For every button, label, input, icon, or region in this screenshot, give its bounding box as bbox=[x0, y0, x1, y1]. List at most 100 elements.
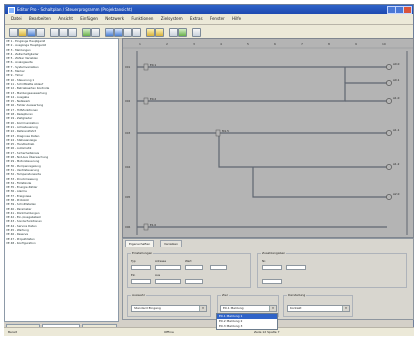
project-tree[interactable]: VE 1 - Eingänge Hauptgerät VE 2 - Ausgäng… bbox=[4, 38, 119, 322]
output-label: A0.0 bbox=[393, 62, 400, 66]
app-icon bbox=[8, 7, 15, 14]
extra-group: Zusatzangaben Nr. bbox=[257, 251, 407, 288]
menu-netzwerk[interactable]: Netzwerk bbox=[105, 16, 124, 21]
zoom-out-icon[interactable] bbox=[155, 28, 164, 37]
display-combo[interactable]: Kontakt ▾ bbox=[287, 305, 350, 312]
selection-label: Auswahl bbox=[131, 293, 146, 298]
close-button[interactable] bbox=[403, 6, 412, 14]
rung-label: 003 bbox=[125, 131, 131, 135]
input-label: M1.5 bbox=[222, 129, 229, 133]
nr-input[interactable] bbox=[262, 265, 282, 270]
input-label: E0.2 bbox=[150, 97, 156, 101]
help-icon[interactable] bbox=[192, 28, 201, 37]
menu-extras[interactable]: Extras bbox=[190, 16, 203, 21]
save-icon[interactable] bbox=[27, 28, 36, 37]
label-aus: Aus bbox=[155, 273, 161, 277]
menu-bearbeiten[interactable]: Bearbeiten bbox=[29, 16, 51, 21]
title-bar: Editor Pro - Schaltplan / Steuerprogramm… bbox=[5, 5, 413, 14]
chevron-down-icon[interactable]: ▾ bbox=[269, 306, 276, 311]
tab-variablen-props[interactable]: Variablen bbox=[160, 240, 183, 247]
label-wert: Wert bbox=[185, 259, 192, 263]
extra-input[interactable] bbox=[210, 265, 227, 270]
stop-icon[interactable] bbox=[91, 28, 100, 37]
menu-zielsystem[interactable]: Zielsystem bbox=[161, 16, 183, 21]
menu-ansicht[interactable]: Ansicht bbox=[58, 16, 73, 21]
new-icon[interactable] bbox=[9, 28, 18, 37]
coil-symbol bbox=[386, 130, 392, 136]
check-icon[interactable] bbox=[178, 28, 187, 37]
menu-fenster[interactable]: Fenster bbox=[210, 16, 225, 21]
output-label: A2.0 bbox=[393, 192, 400, 196]
menu-funktionen[interactable]: Funktionen bbox=[131, 16, 153, 21]
column-marker: 3 bbox=[193, 42, 195, 46]
contact-icon[interactable] bbox=[105, 28, 114, 37]
toolbar bbox=[5, 25, 413, 39]
menu-hilfe[interactable]: Hilfe bbox=[232, 16, 241, 21]
status-left: Bereit bbox=[8, 330, 17, 334]
output-label: A1.1 bbox=[393, 128, 400, 132]
output-label: A1.0 bbox=[393, 96, 400, 100]
column-marker: 5 bbox=[247, 42, 249, 46]
run-icon[interactable] bbox=[82, 28, 91, 37]
paste-icon[interactable] bbox=[68, 28, 77, 37]
chevron-down-icon[interactable]: ▾ bbox=[199, 306, 206, 311]
contact-symbol bbox=[215, 129, 221, 137]
adresse-input[interactable] bbox=[155, 265, 181, 270]
label-adresse: Adresse bbox=[155, 259, 167, 263]
nr3-input[interactable] bbox=[262, 279, 282, 284]
zoom-in-icon[interactable] bbox=[146, 28, 155, 37]
target-combo[interactable]: E0.1 Meldung ▾ bbox=[220, 305, 277, 312]
selection-combo[interactable]: Standard Eingang ▾ bbox=[131, 305, 207, 312]
column-marker: 1 bbox=[139, 42, 141, 46]
column-marker: 9 bbox=[355, 42, 357, 46]
column-marker: 4 bbox=[220, 42, 222, 46]
typ-input[interactable] bbox=[131, 265, 151, 270]
ein-input[interactable] bbox=[131, 279, 151, 284]
output-label: A0.1 bbox=[393, 78, 400, 82]
settings-group-label: Einstellungen bbox=[131, 251, 154, 256]
coil-symbol bbox=[386, 98, 392, 104]
display-group: Darstellung Kontakt ▾ bbox=[283, 293, 353, 317]
menu-datei[interactable]: Datei bbox=[11, 16, 22, 21]
target-label: Ziel bbox=[221, 293, 229, 298]
ladder-diagram[interactable]: 1 2 3 4 5 6 7 8 9 10 001 002 003 004 005 006 E0.1 E0.2 M1.… bbox=[122, 38, 414, 238]
ladder-wire bbox=[137, 82, 387, 102]
aus-input[interactable] bbox=[155, 279, 181, 284]
ladder-wire bbox=[252, 167, 387, 198]
column-marker: 2 bbox=[166, 42, 168, 46]
open-icon[interactable] bbox=[18, 28, 27, 37]
contact-symbol bbox=[143, 223, 149, 231]
branch-icon[interactable] bbox=[132, 28, 141, 37]
column-marker: 6 bbox=[274, 42, 276, 46]
copy-icon[interactable] bbox=[59, 28, 68, 37]
coil-symbol bbox=[386, 164, 392, 170]
find-icon[interactable] bbox=[169, 28, 178, 37]
extra-group-label: Zusatzangaben bbox=[261, 251, 287, 256]
tree-item[interactable]: VE 48 - Konfiguration bbox=[5, 241, 118, 245]
dropdown-option[interactable]: E0.3 Meldung 3 bbox=[217, 324, 277, 329]
tab-eigenschaften[interactable]: Eigenschaften bbox=[125, 240, 155, 247]
output-label: A1.2 bbox=[393, 162, 400, 166]
target-dropdown-list[interactable]: E0.1 Meldung 1 E0.2 Meldung 2 E0.3 Meldu… bbox=[216, 313, 278, 330]
input-label: E0.1 bbox=[150, 63, 156, 67]
cut-icon[interactable] bbox=[50, 28, 59, 37]
rung-label: 005 bbox=[125, 195, 131, 199]
coil-symbol bbox=[386, 64, 392, 70]
ladder-wire bbox=[218, 133, 387, 168]
selection-group: Auswahl Standard Eingang ▾ bbox=[127, 293, 211, 317]
contact-symbol bbox=[143, 63, 149, 71]
menu-bar: Datei Bearbeiten Ansicht Einfügen Netzwe… bbox=[5, 14, 413, 25]
print-icon[interactable] bbox=[36, 28, 45, 37]
coil-icon[interactable] bbox=[114, 28, 123, 37]
ladder-svg: 1 2 3 4 5 6 7 8 9 10 001 002 003 004 005 006 E0.1 E0.2 M1.… bbox=[123, 42, 413, 235]
label-typ: Typ bbox=[131, 259, 136, 263]
wert-input[interactable] bbox=[185, 265, 203, 270]
column-marker: 8 bbox=[328, 42, 330, 46]
delay-input[interactable] bbox=[185, 279, 203, 284]
nr2-input[interactable] bbox=[286, 265, 306, 270]
chevron-down-icon[interactable]: ▾ bbox=[342, 306, 349, 311]
settings-group: Einstellungen Typ Adresse Wert Ein Aus bbox=[127, 251, 251, 288]
menu-einfuegen[interactable]: Einfügen bbox=[80, 16, 98, 21]
rung-label: 002 bbox=[125, 99, 131, 103]
line-icon[interactable] bbox=[123, 28, 132, 37]
